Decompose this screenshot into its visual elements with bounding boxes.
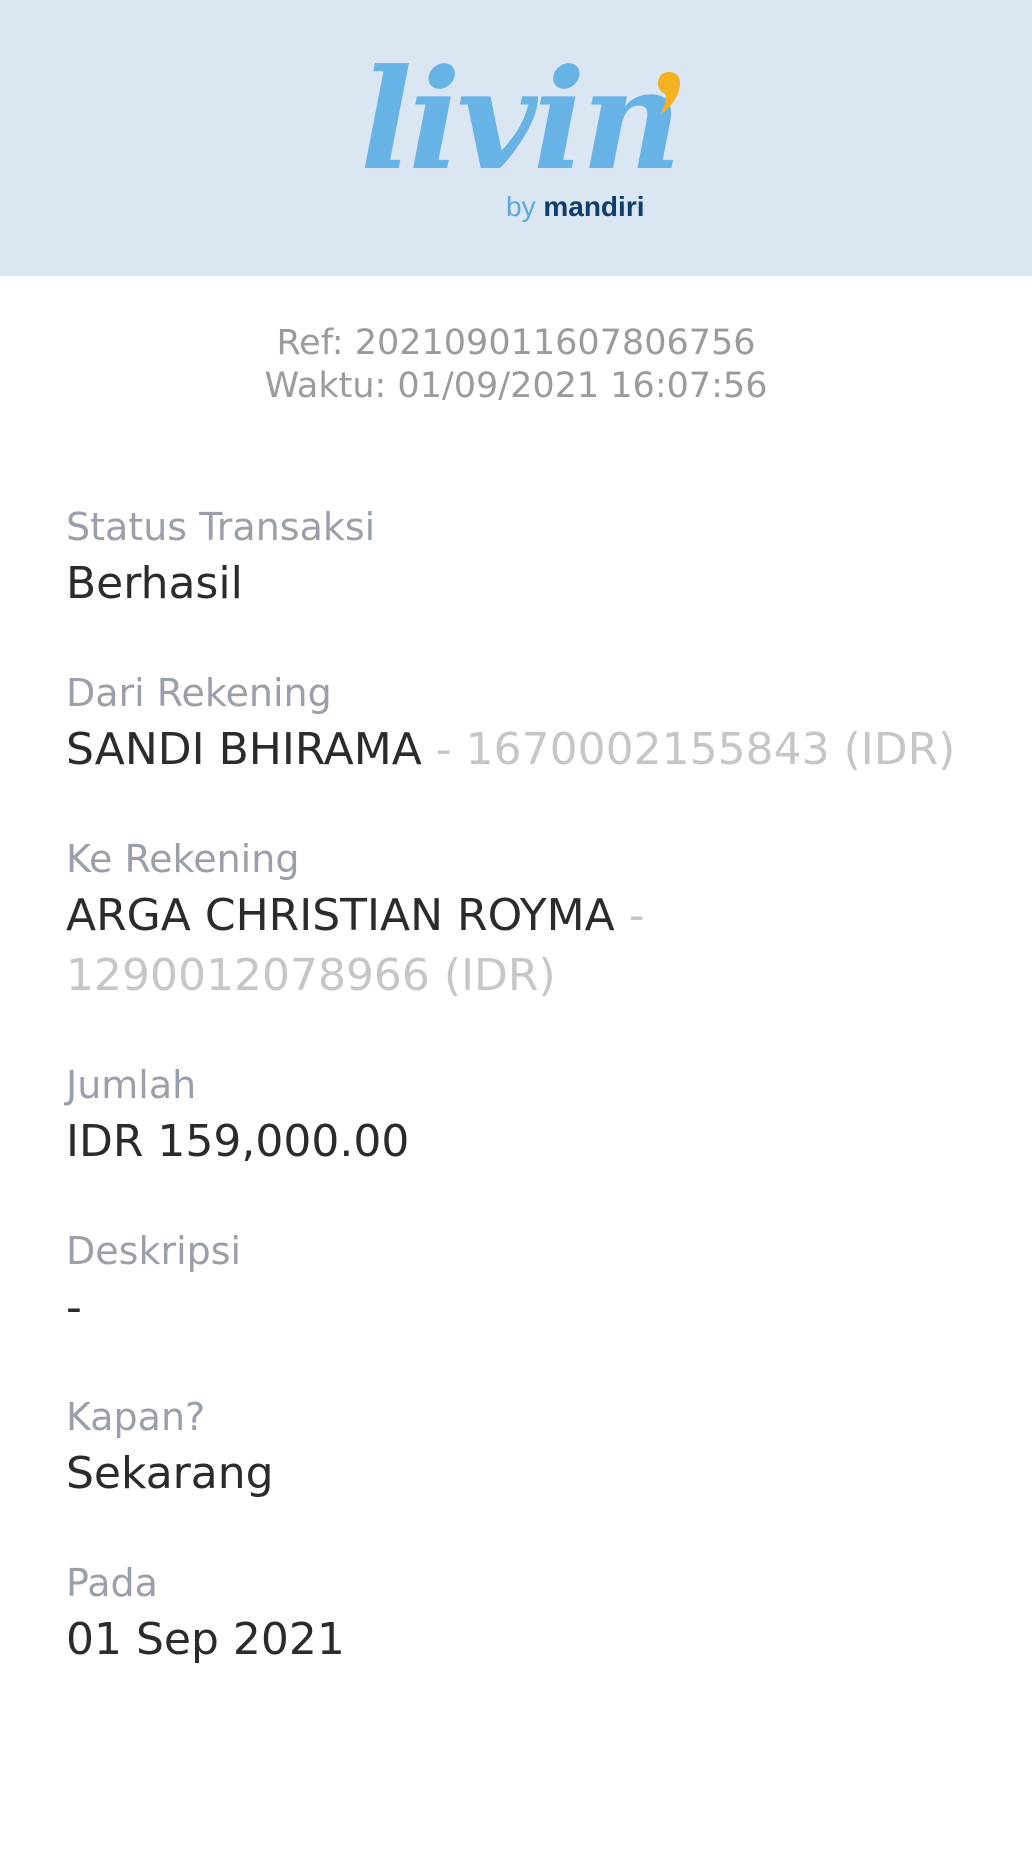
from-account-label: Dari Rekening [66, 671, 332, 715]
to-account-label: Ke Rekening [66, 837, 300, 881]
from-account-value: SANDI BHIRAMA - 1670002155843 (IDR) [66, 720, 986, 780]
when-label: Kapan? [66, 1395, 206, 1439]
reference-number: Ref: 202109011607806756 [276, 323, 756, 363]
status-label: Status Transaksi [66, 505, 376, 549]
status-value: Berhasil [66, 558, 243, 609]
from-account-field: Dari Rekening SANDI BHIRAMA - 1670002155… [66, 670, 986, 780]
status-field: Status Transaksi Berhasil [66, 504, 986, 614]
date-label: Pada [66, 1561, 158, 1605]
to-account-value: ARGA CHRISTIAN ROYMA - 1290012078966 (ID… [66, 886, 666, 1006]
logo-comma-icon [658, 72, 681, 114]
app-header: livin by mandiri [0, 0, 1032, 276]
logo-by-text: by [506, 191, 536, 222]
when-field: Kapan? Sekarang [66, 1394, 986, 1504]
date-field: Pada 01 Sep 2021 [66, 1560, 986, 1670]
transaction-time: Waktu: 01/09/2021 16:07:56 [264, 366, 768, 406]
logo-wordmark: livin [360, 38, 682, 201]
receipt-meta: Ref: 202109011607806756 Waktu: 01/09/202… [0, 322, 1032, 408]
when-value: Sekarang [66, 1448, 274, 1499]
logo-brand-text: mandiri [543, 191, 645, 222]
amount-value: IDR 159,000.00 [66, 1116, 410, 1167]
logo-byline: by mandiri [506, 190, 645, 224]
description-label: Deskripsi [66, 1229, 242, 1273]
amount-field: Jumlah IDR 159,000.00 [66, 1062, 986, 1172]
description-field: Deskripsi - [66, 1228, 986, 1338]
livin-logo: livin by mandiri [352, 40, 682, 240]
to-account-field: Ke Rekening ARGA CHRISTIAN ROYMA - 12900… [66, 836, 986, 1006]
description-value: - [66, 1282, 82, 1333]
from-account-name: SANDI BHIRAMA [66, 724, 422, 775]
amount-label: Jumlah [66, 1063, 197, 1107]
from-account-number: - 1670002155843 (IDR) [421, 724, 956, 775]
date-value: 01 Sep 2021 [66, 1614, 345, 1665]
to-account-name: ARGA CHRISTIAN ROYMA [66, 890, 615, 941]
